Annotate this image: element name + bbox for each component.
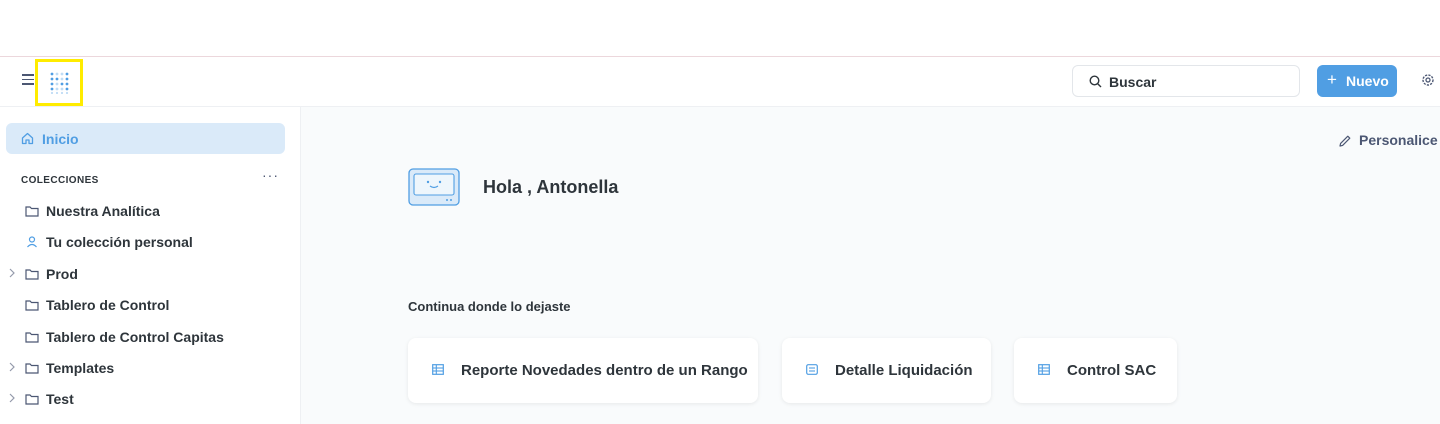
search-icon: [1089, 75, 1102, 88]
search-input[interactable]: Buscar: [1072, 65, 1300, 97]
folder-icon: [25, 332, 39, 343]
recent-item-label: Detalle Liquidación: [835, 362, 973, 379]
sidebar-item-label: Tablero de Control Capitas: [46, 329, 224, 345]
folder-icon: [25, 300, 39, 311]
top-blank-strip: [0, 0, 1440, 57]
sidebar-item-label: Test: [46, 391, 74, 407]
sidebar-item-label: Templates: [46, 360, 115, 376]
sidebar-item-label: Tablero de Control: [46, 297, 170, 313]
personalize-label: Personalice: [1359, 132, 1438, 148]
home-icon: [21, 132, 34, 145]
recent-item-label: Reporte Novedades dentro de un Rango: [461, 362, 748, 379]
pencil-icon: [1339, 135, 1351, 147]
folder-icon: [25, 269, 39, 280]
plus-icon: +: [1327, 70, 1337, 89]
table-icon: [1038, 364, 1050, 375]
new-button[interactable]: + Nuevo: [1317, 65, 1397, 97]
chevron-right-icon[interactable]: [8, 267, 16, 279]
app-logo[interactable]: [35, 59, 83, 106]
sidebar-item-personal-collection[interactable]: Tu colección personal: [0, 230, 290, 254]
collections-more-icon[interactable]: ···: [262, 167, 279, 183]
top-navbar: Buscar + Nuevo: [0, 57, 1440, 107]
sidebar-item-nuestra-analitica[interactable]: Nuestra Analítica: [0, 199, 290, 223]
folder-icon: [25, 363, 39, 374]
chevron-right-icon[interactable]: [8, 361, 16, 373]
logo-icon: [50, 72, 69, 94]
sidebar-item-tablero-de-control-capitas[interactable]: Tablero de Control Capitas: [0, 325, 290, 349]
continue-heading: Continua donde lo dejaste: [408, 299, 571, 314]
folder-icon: [25, 394, 39, 405]
collections-heading: COLECCIONES: [21, 175, 99, 186]
folder-icon: [25, 206, 39, 217]
main-content: Personalice Hola , Antonella Continua do…: [301, 107, 1440, 424]
sidebar-item-tablero-de-control[interactable]: Tablero de Control: [0, 293, 290, 317]
recent-item-card[interactable]: Control SAC: [1014, 338, 1177, 403]
list-icon: [806, 364, 818, 375]
sidebar-item-templates[interactable]: Templates: [0, 356, 290, 380]
sidebar-home-label: Inicio: [42, 131, 79, 147]
gear-icon[interactable]: [1421, 73, 1435, 87]
person-icon: [27, 236, 37, 248]
sidebar-item-prod[interactable]: Prod: [0, 262, 290, 286]
chevron-right-icon[interactable]: [8, 392, 16, 404]
sidebar-item-home[interactable]: Inicio: [6, 123, 285, 154]
sidebar-item-label: Prod: [46, 266, 78, 282]
new-button-label: Nuevo: [1346, 73, 1389, 89]
greeting-illustration-icon: [408, 168, 460, 206]
sidebar-item-label: Nuestra Analítica: [46, 203, 160, 219]
sidebar-item-test[interactable]: Test: [0, 387, 290, 411]
table-icon: [432, 364, 444, 375]
sidebar-toggle-icon[interactable]: [22, 74, 34, 85]
recent-item-card[interactable]: Detalle Liquidación: [782, 338, 991, 403]
recent-item-card[interactable]: Reporte Novedades dentro de un Rango: [408, 338, 758, 403]
greeting-title: Hola , Antonella: [483, 177, 619, 197]
sidebar-item-label: Tu colección personal: [46, 234, 193, 250]
recent-item-label: Control SAC: [1067, 362, 1157, 379]
search-placeholder: Buscar: [1109, 74, 1157, 90]
sidebar: Inicio COLECCIONES ··· Nuestra Analítica…: [0, 107, 301, 424]
